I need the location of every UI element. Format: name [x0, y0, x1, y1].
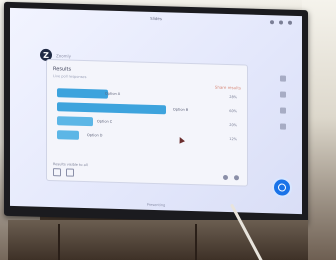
more-icon[interactable] — [280, 123, 286, 130]
record-button[interactable] — [274, 179, 290, 196]
right-toolbar — [278, 75, 288, 165]
screen: Slides Z Zoomly Results Live poll respon… — [10, 7, 302, 215]
result-row: Option A 28% — [57, 88, 239, 102]
next-icon[interactable] — [234, 175, 239, 181]
share-results-button[interactable]: Share results — [215, 85, 241, 91]
result-bar — [57, 116, 93, 127]
results-card: Results Live poll responses Share result… — [46, 58, 248, 187]
result-value: 12% — [229, 137, 237, 142]
result-label: Option D — [87, 133, 103, 138]
result-row: Option B 60% — [57, 102, 239, 116]
result-bar — [57, 102, 166, 115]
cabinet — [8, 220, 308, 260]
settings-icon[interactable] — [280, 107, 286, 114]
window-title: Slides — [150, 15, 162, 22]
record-icon — [278, 183, 286, 192]
maximize-icon[interactable] — [279, 20, 283, 25]
grid-icon[interactable] — [53, 168, 61, 177]
result-value: 28% — [229, 95, 237, 100]
app-name: Zoomly — [56, 53, 72, 59]
result-bar — [57, 130, 79, 140]
chat-icon[interactable] — [280, 75, 286, 82]
result-value: 20% — [229, 123, 237, 128]
title-bar: Slides — [10, 8, 302, 32]
copy-icon[interactable] — [66, 168, 74, 177]
result-label: Option B — [173, 107, 189, 112]
result-label: Option A — [105, 91, 121, 97]
minimize-icon[interactable] — [270, 20, 274, 25]
photo-scene: Slides Z Zoomly Results Live poll respon… — [0, 0, 336, 260]
tv-monitor: Slides Z Zoomly Results Live poll respon… — [4, 1, 308, 225]
cabinet-divider — [195, 224, 197, 260]
pager — [223, 174, 239, 181]
result-row: Option C 20% — [57, 116, 239, 130]
footer-actions — [53, 168, 74, 177]
status-label: Presenting — [146, 202, 166, 208]
people-icon[interactable] — [280, 91, 286, 98]
cabinet-divider — [58, 224, 60, 260]
result-label: Option C — [97, 119, 113, 124]
card-title: Results — [53, 66, 72, 73]
result-bar — [57, 88, 108, 99]
prev-icon[interactable] — [223, 174, 228, 181]
close-icon[interactable] — [288, 20, 292, 25]
result-value: 60% — [229, 109, 237, 114]
result-row: Option D 12% — [57, 130, 239, 144]
card-footer-label: Results visible to all — [53, 162, 88, 168]
window-controls — [270, 20, 292, 25]
card-subtitle: Live poll responses — [53, 74, 87, 80]
